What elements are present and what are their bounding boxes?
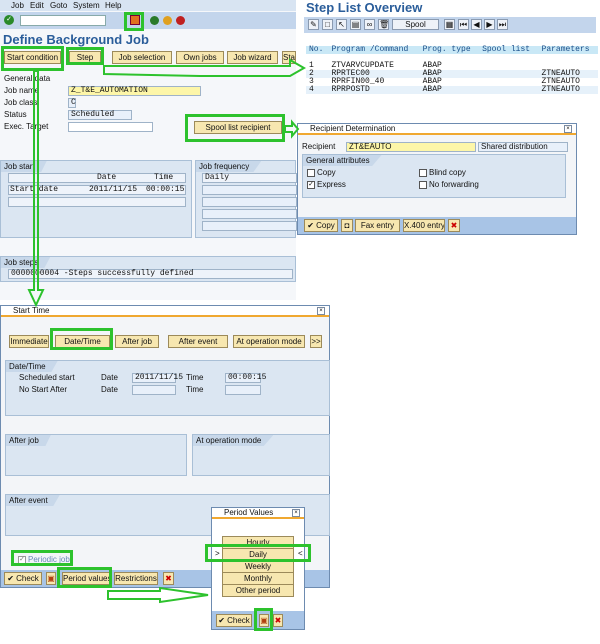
arrow-step-to-steplist [103, 58, 307, 77]
arrow-period-to-dialog [107, 586, 209, 604]
arrow-start-to-starttime [27, 70, 45, 308]
arrow-spool-to-recipient [284, 119, 300, 139]
flow-arrows [27, 58, 307, 604]
